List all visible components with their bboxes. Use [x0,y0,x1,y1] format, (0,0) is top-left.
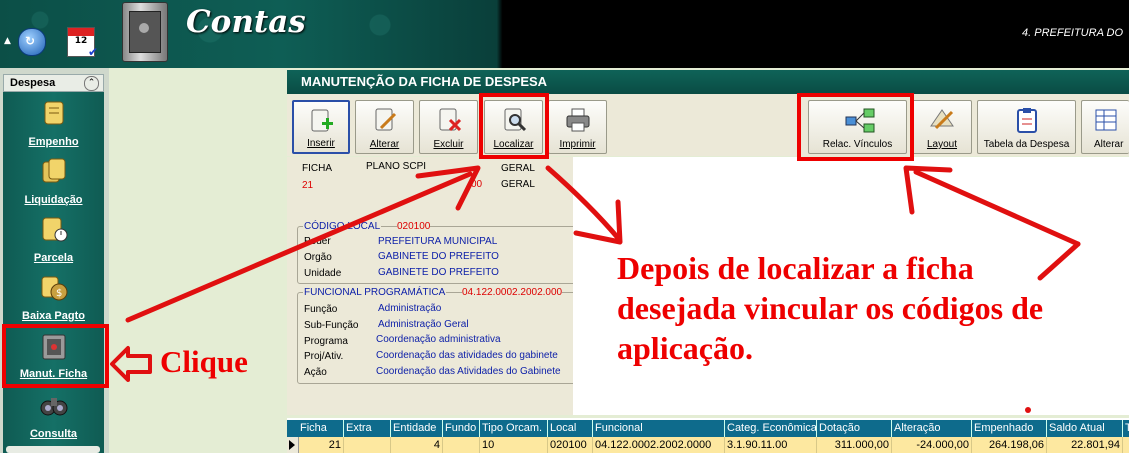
annotation-arrows [110,165,1081,413]
arrow-tail [1037,241,1081,281]
arrow-to-note [545,165,621,241]
arrow-left-icon [110,346,152,382]
arrow-to-localizar [125,171,473,323]
instruction-line-2: desejada vincular os códigos de [617,290,1044,326]
instruction-annotation: Depois de localizar a ficha desejada vin… [617,248,1043,368]
arrow-to-relac [913,169,1081,247]
instruction-line-1: Depois de localizar a ficha [617,250,974,286]
red-dot [1025,407,1031,413]
click-annotation: Clique [160,344,248,379]
instruction-line-3: aplicação. [617,330,753,366]
